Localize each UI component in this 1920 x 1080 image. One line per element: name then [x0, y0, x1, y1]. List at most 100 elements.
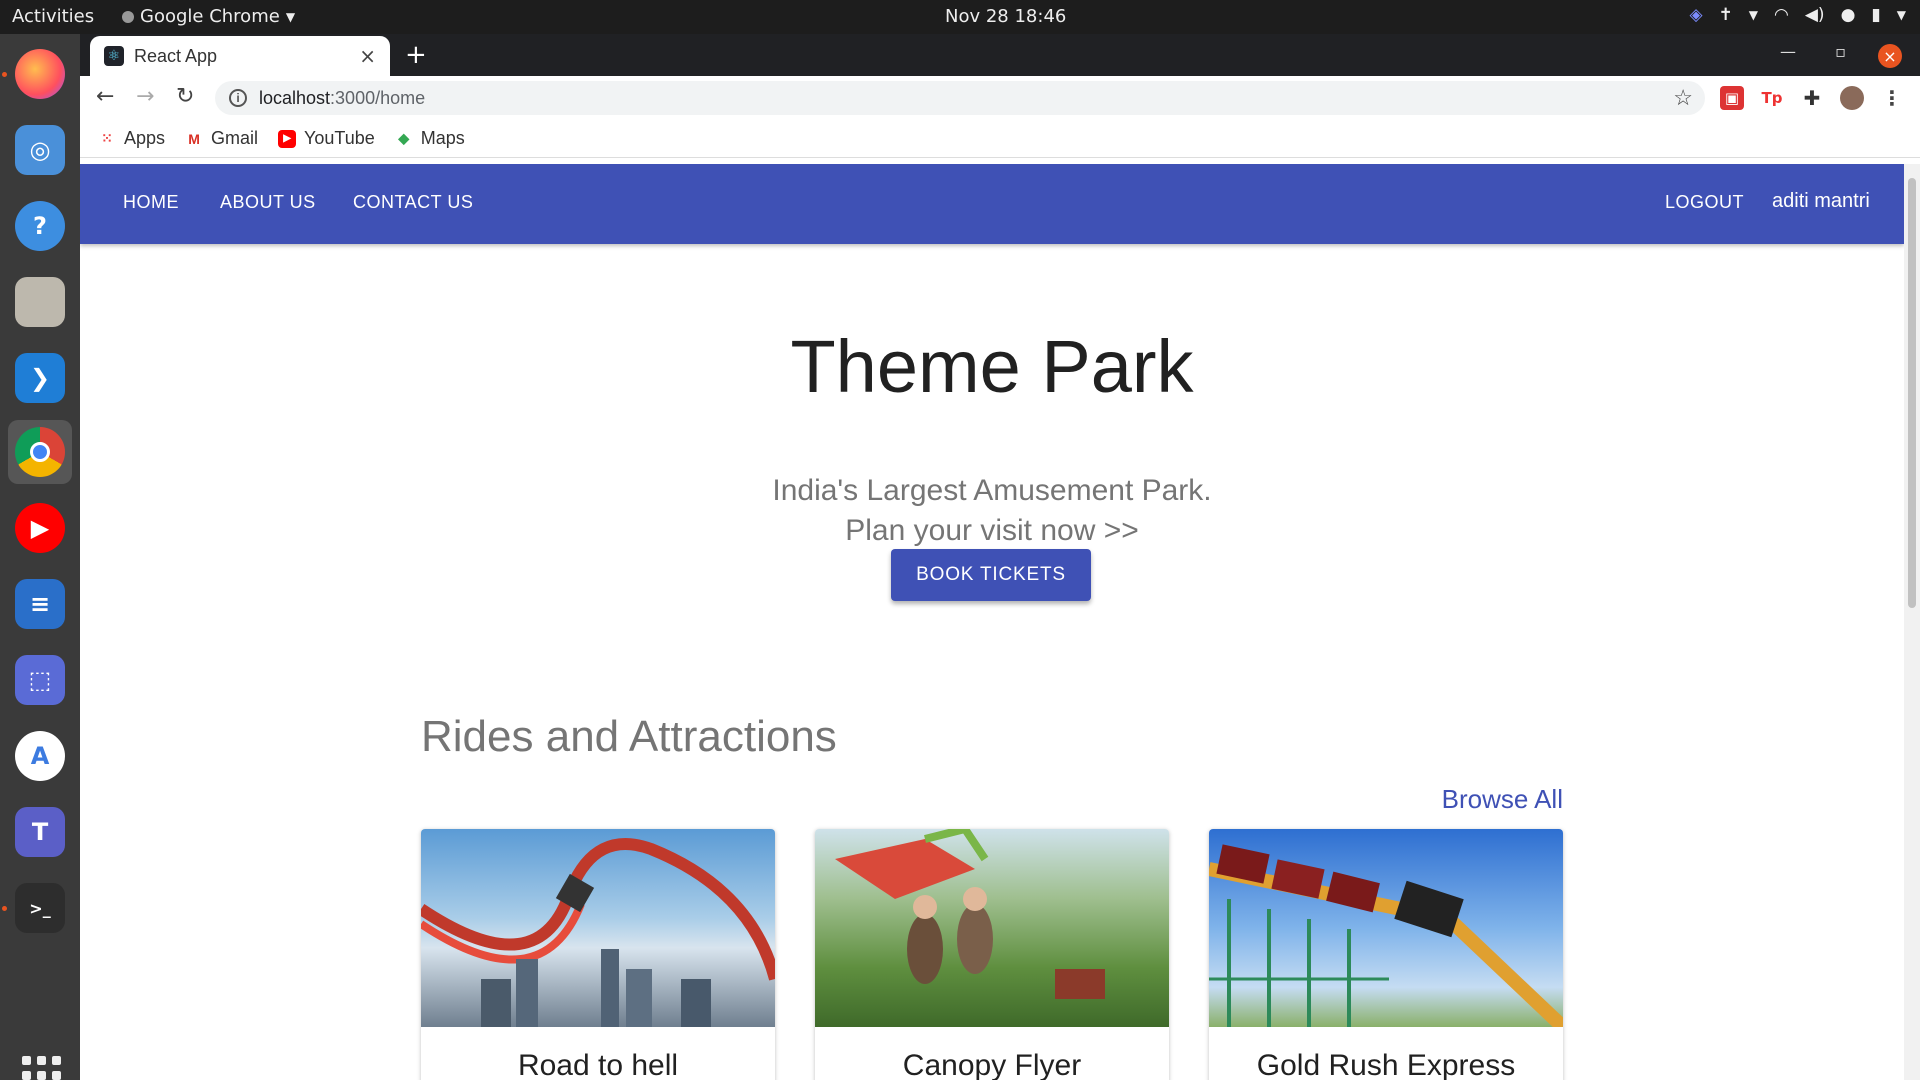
running-indicator: [2, 72, 7, 77]
ride-card[interactable]: Road to hell: [421, 829, 775, 1080]
scrollbar-thumb[interactable]: [1908, 178, 1916, 608]
browser-toolbar: ← → ↻ i localhost:3000/home ☆ ▣ Tp ✚ ⋮: [80, 76, 1920, 120]
volume-icon[interactable]: ◀): [1805, 5, 1825, 25]
bookmark-maps[interactable]: ◆ Maps: [395, 128, 465, 149]
extensions-puzzle-icon[interactable]: ✚: [1800, 86, 1824, 110]
hero-subtitle-cta: Plan your visit now >>: [845, 514, 1139, 547]
bookmark-label: Maps: [420, 128, 465, 148]
browse-all-link[interactable]: Browse All: [1442, 784, 1563, 815]
menu-kebab-icon[interactable]: ⋮: [1880, 86, 1904, 110]
chrome-icon: [15, 427, 65, 477]
section-title: Rides and Attractions: [421, 712, 837, 761]
accessibility-icon[interactable]: ✝: [1719, 5, 1733, 25]
youtube-music-icon: ▶: [15, 503, 65, 553]
nav-contact-us[interactable]: CONTACT US: [353, 192, 473, 213]
screenshot-icon: ⬚: [15, 655, 65, 705]
reload-button[interactable]: ↻: [176, 84, 194, 109]
book-tickets-button[interactable]: BOOK TICKETS: [891, 549, 1091, 601]
hero-subtitle: India's Largest Amusement Park.: [772, 474, 1212, 507]
ride-title: Canopy Flyer: [902, 1049, 1082, 1080]
back-button[interactable]: ←: [96, 84, 114, 109]
bookmark-label: Gmail: [211, 128, 259, 148]
app-name: Google Chrome: [140, 6, 280, 27]
system-top-bar: Activities Google Chrome ▼ Nov 28 18:46 …: [0, 0, 1920, 34]
bookmark-gmail[interactable]: M Gmail: [185, 128, 258, 149]
address-bar[interactable]: i localhost:3000/home ☆: [215, 81, 1705, 115]
page-viewport: HOME ABOUT US CONTACT US LOGOUT aditi ma…: [80, 164, 1904, 1080]
extension-1-icon[interactable]: ▣: [1720, 86, 1744, 110]
minimize-icon[interactable]: —: [1780, 42, 1796, 61]
bookmark-star-icon[interactable]: ☆: [1673, 85, 1693, 111]
ride-card[interactable]: Gold Rush Express: [1209, 829, 1563, 1080]
dock-help[interactable]: ?: [8, 194, 72, 258]
teams-icon: T: [15, 807, 65, 857]
app-indicator-icon[interactable]: ◈: [1689, 5, 1702, 25]
wifi-icon[interactable]: ◠: [1774, 5, 1789, 25]
extension-tp-icon[interactable]: Tp: [1760, 86, 1784, 110]
gmail-icon: M: [188, 130, 200, 147]
dock-software[interactable]: ◎: [8, 118, 72, 182]
show-applications-icon[interactable]: [22, 1056, 61, 1080]
microphone-icon[interactable]: ●: [1841, 5, 1856, 25]
url-host: localhost: [259, 87, 331, 108]
profile-avatar[interactable]: [1840, 86, 1864, 110]
ride-image: [815, 829, 1169, 1027]
bookmarks-bar: ⁙ Apps M Gmail ▶ YouTube ◆ Maps: [80, 120, 1920, 158]
youtube-icon: ▶: [278, 129, 297, 148]
dock-writer[interactable]: ≡: [8, 572, 72, 636]
bookmark-label: Apps: [124, 128, 166, 148]
nav-home[interactable]: HOME: [123, 192, 179, 213]
clock[interactable]: Nov 28 18:46: [945, 6, 1066, 27]
close-window-button[interactable]: ×: [1878, 44, 1902, 68]
android-studio-icon: A: [15, 731, 65, 781]
page-scrollbar[interactable]: [1904, 164, 1920, 1080]
ride-image: [421, 829, 775, 1027]
ride-card[interactable]: Canopy Flyer: [815, 829, 1169, 1080]
dock-files[interactable]: [8, 270, 72, 334]
software-store-icon: ◎: [15, 125, 65, 175]
dock-screenshot[interactable]: ⬚: [8, 648, 72, 712]
nav-logout[interactable]: LOGOUT: [1665, 192, 1744, 213]
maps-icon: ◆: [398, 130, 410, 146]
dock: ◎ ? ❯ ▶ ≡ ⬚ A T >_: [0, 34, 80, 1080]
chevron-down-icon[interactable]: ▼: [1897, 8, 1906, 22]
close-icon[interactable]: ×: [359, 44, 376, 68]
tab-react-app[interactable]: ⚛ React App ×: [90, 36, 390, 76]
app-navbar: HOME ABOUT US CONTACT US LOGOUT aditi ma…: [80, 164, 1904, 244]
dock-teams[interactable]: T: [8, 800, 72, 864]
dock-android-studio[interactable]: A: [8, 724, 72, 788]
dock-chrome[interactable]: [8, 420, 72, 484]
app-menu[interactable]: Google Chrome ▼: [122, 6, 295, 27]
dock-firefox[interactable]: [8, 42, 72, 106]
tab-title: React App: [134, 45, 218, 66]
battery-icon[interactable]: ▮: [1871, 5, 1880, 25]
url-path: :3000/home: [330, 87, 426, 108]
activities-button[interactable]: Activities: [12, 6, 94, 27]
dock-youtube-music[interactable]: ▶: [8, 496, 72, 560]
document-writer-icon: ≡: [15, 579, 65, 629]
dock-terminal[interactable]: >_: [8, 876, 72, 940]
maximize-icon[interactable]: ▫: [1835, 42, 1846, 61]
forward-button[interactable]: →: [136, 84, 154, 109]
new-tab-button[interactable]: +: [405, 40, 427, 70]
page-title: Theme Park: [790, 325, 1194, 408]
tab-strip: ⚛ React App × + — ▫ ×: [80, 34, 1920, 76]
vscode-icon: ❯: [15, 353, 65, 403]
chevron-down-icon[interactable]: ▼: [1749, 8, 1758, 22]
bookmark-apps[interactable]: ⁙ Apps: [98, 128, 165, 149]
nav-about-us[interactable]: ABOUT US: [220, 192, 316, 213]
ride-title: Road to hell: [517, 1049, 679, 1080]
browser-window: ⚛ React App × + — ▫ × ← → ↻ i localhost:…: [80, 34, 1920, 1080]
site-info-icon[interactable]: i: [229, 89, 247, 107]
react-icon: ⚛: [104, 46, 124, 66]
ride-image: [1209, 829, 1563, 1027]
system-tray[interactable]: ◈ ✝ ▼ ◠ ◀) ● ▮ ▼: [1689, 5, 1906, 25]
bookmark-label: YouTube: [304, 128, 375, 148]
bookmark-youtube[interactable]: ▶ YouTube: [278, 128, 375, 149]
firefox-icon: [15, 49, 65, 99]
running-indicator: [2, 906, 7, 911]
user-name[interactable]: aditi mantri: [1772, 190, 1870, 213]
dock-vscode[interactable]: ❯: [8, 346, 72, 410]
terminal-icon: >_: [15, 883, 65, 933]
help-icon: ?: [15, 201, 65, 251]
